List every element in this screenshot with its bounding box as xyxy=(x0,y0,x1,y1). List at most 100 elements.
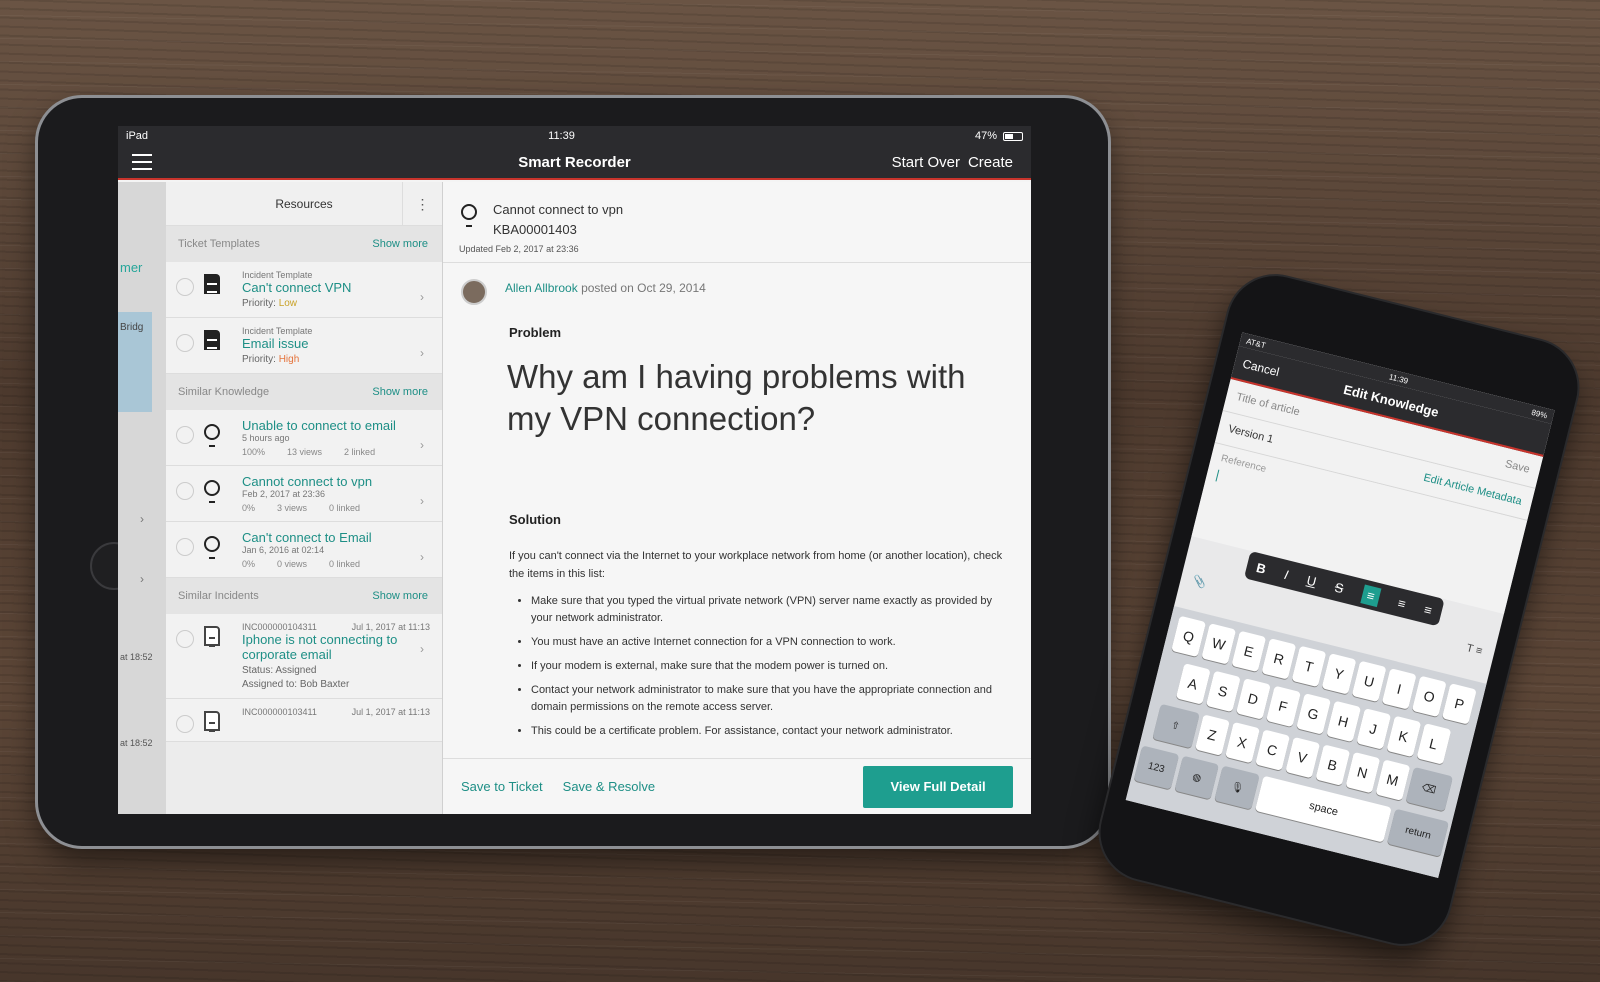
knowledge-item[interactable]: Can't connect to Email Jan 6, 2016 at 02… xyxy=(166,522,442,578)
solution-intro: If you can't connect via the Internet to… xyxy=(509,550,1003,580)
battery-percent: 47% xyxy=(974,130,997,142)
action-footer: Save to Ticket Save & Resolve View Full … xyxy=(443,758,1031,814)
key[interactable]: X xyxy=(1224,721,1260,764)
article-title: Cannot connect to vpn xyxy=(493,202,624,217)
globe-key-icon[interactable]: ◍ xyxy=(1174,755,1220,800)
key[interactable]: P xyxy=(1441,683,1477,725)
italic-button[interactable]: I xyxy=(1283,567,1290,582)
document-icon xyxy=(204,626,220,647)
key[interactable]: F xyxy=(1265,685,1301,728)
key[interactable]: J xyxy=(1355,708,1391,750)
key[interactable]: Y xyxy=(1321,653,1357,695)
start-over-button[interactable]: Start Over xyxy=(892,154,960,171)
priority-value: High xyxy=(278,354,300,365)
author-link[interactable]: Allen Allbrook xyxy=(505,281,578,295)
list-item: Make sure that you typed the virtual pri… xyxy=(531,593,1011,627)
template-item[interactable]: Incident Template Can't connect VPN Prio… xyxy=(166,262,442,318)
save-to-ticket-button[interactable]: Save to Ticket xyxy=(461,779,543,794)
list-item: Contact your network administrator to ma… xyxy=(531,682,1011,716)
list-item: If your modem is external, make sure tha… xyxy=(531,658,1011,675)
key[interactable]: M xyxy=(1375,759,1410,801)
background-text: mer xyxy=(120,260,143,275)
chevron-right-icon: › xyxy=(420,494,424,508)
chevron-right-icon: › xyxy=(420,346,424,360)
list-item: You must have an active Internet connect… xyxy=(531,634,1011,651)
key[interactable]: E xyxy=(1231,630,1267,673)
article-detail-panel: Cannot connect to vpn KBA00001403 Update… xyxy=(443,182,1031,814)
key[interactable]: U xyxy=(1351,660,1387,703)
chevron-right-icon: › xyxy=(140,512,144,526)
attachment-icon[interactable]: 📎 xyxy=(1191,574,1207,590)
select-radio[interactable] xyxy=(176,482,194,500)
shift-key-icon[interactable]: ⇧ xyxy=(1151,703,1200,749)
key[interactable]: R xyxy=(1261,638,1297,680)
key[interactable]: B xyxy=(1314,744,1350,786)
resources-panel: Resources ⋮ Ticket Templates Show more I… xyxy=(166,182,443,814)
show-more-link[interactable]: Show more xyxy=(372,238,428,250)
problem-label: Problem xyxy=(509,325,562,340)
view-full-detail-button[interactable]: View Full Detail xyxy=(863,765,1013,808)
save-and-resolve-button[interactable]: Save & Resolve xyxy=(563,779,656,794)
key[interactable]: C xyxy=(1254,729,1290,771)
key[interactable]: N xyxy=(1344,751,1380,794)
key[interactable]: L xyxy=(1415,723,1451,765)
show-more-link[interactable]: Show more xyxy=(372,386,428,398)
align-center-icon[interactable]: ≡ xyxy=(1396,595,1407,611)
chevron-right-icon: › xyxy=(420,642,424,656)
align-left-icon[interactable]: ≡ xyxy=(1360,583,1382,607)
select-radio[interactable] xyxy=(176,715,194,733)
align-right-icon[interactable]: ≡ xyxy=(1423,601,1434,617)
chevron-right-icon: › xyxy=(420,438,424,452)
select-radio[interactable] xyxy=(176,426,194,444)
more-options-icon[interactable]: ⋮ xyxy=(402,182,442,226)
incident-title: Iphone is not connecting to corporate em… xyxy=(242,632,398,662)
incident-item[interactable]: INC000000103411 Jul 1, 2017 at 11:13 xyxy=(166,699,442,742)
battery-icon xyxy=(1003,131,1023,141)
app-nav-bar: Smart Recorder Start Over Create xyxy=(118,146,1031,180)
text-style-icon[interactable]: T ≡ xyxy=(1465,642,1483,658)
document-icon xyxy=(204,330,220,350)
key[interactable]: S xyxy=(1205,670,1241,713)
section-header: Ticket Templates Show more xyxy=(166,226,442,262)
key[interactable]: A xyxy=(1175,663,1211,705)
ipad-status-bar: iPad 11:39 47% xyxy=(118,126,1031,146)
return-key[interactable]: return xyxy=(1387,808,1450,857)
key[interactable]: Q xyxy=(1171,615,1207,658)
strikethrough-button[interactable]: S xyxy=(1333,579,1345,596)
select-radio[interactable] xyxy=(176,334,194,352)
numbers-key[interactable]: 123 xyxy=(1133,745,1180,790)
key[interactable]: G xyxy=(1295,693,1331,735)
microphone-key-icon[interactable]: 🎙 xyxy=(1214,765,1260,810)
create-button[interactable]: Create xyxy=(968,154,1013,171)
problem-question: Why am I having problems with my VPN con… xyxy=(507,358,966,437)
show-more-link[interactable]: Show more xyxy=(372,590,428,602)
key[interactable]: D xyxy=(1235,678,1271,720)
list-item: This could be a certificate problem. For… xyxy=(531,723,1011,740)
select-radio[interactable] xyxy=(176,630,194,648)
incident-item[interactable]: INC000000104311 Jul 1, 2017 at 11:13 Ipho… xyxy=(166,614,442,699)
key[interactable]: K xyxy=(1385,715,1421,758)
key[interactable]: V xyxy=(1284,736,1320,779)
key[interactable]: Z xyxy=(1194,714,1230,756)
background-panel: mer Bridg › › at 18:52 at 18:52 xyxy=(118,182,166,814)
select-radio[interactable] xyxy=(176,278,194,296)
key[interactable]: W xyxy=(1201,623,1237,665)
text-cursor xyxy=(1215,469,1220,482)
select-radio[interactable] xyxy=(176,538,194,556)
bold-button[interactable]: B xyxy=(1255,560,1268,577)
knowledge-item[interactable]: Unable to connect to email 5 hours ago 1… xyxy=(166,410,442,466)
avatar xyxy=(461,279,487,305)
backspace-key-icon[interactable]: ⌫ xyxy=(1405,766,1453,812)
knowledge-title: Can't connect to Email xyxy=(242,530,372,545)
key[interactable]: T xyxy=(1291,645,1327,688)
template-item[interactable]: Incident Template Email issue Priority: … xyxy=(166,318,442,374)
knowledge-item[interactable]: Cannot connect to vpn Feb 2, 2017 at 23:… xyxy=(166,466,442,522)
key[interactable]: O xyxy=(1411,675,1447,718)
resources-title: Resources xyxy=(275,196,333,211)
background-time: at 18:52 xyxy=(120,652,153,662)
key[interactable]: H xyxy=(1325,700,1361,743)
key[interactable]: I xyxy=(1381,668,1417,710)
save-button[interactable]: Save xyxy=(1504,458,1531,476)
underline-button[interactable]: U xyxy=(1305,572,1318,589)
status-time: 11:39 xyxy=(548,130,575,142)
